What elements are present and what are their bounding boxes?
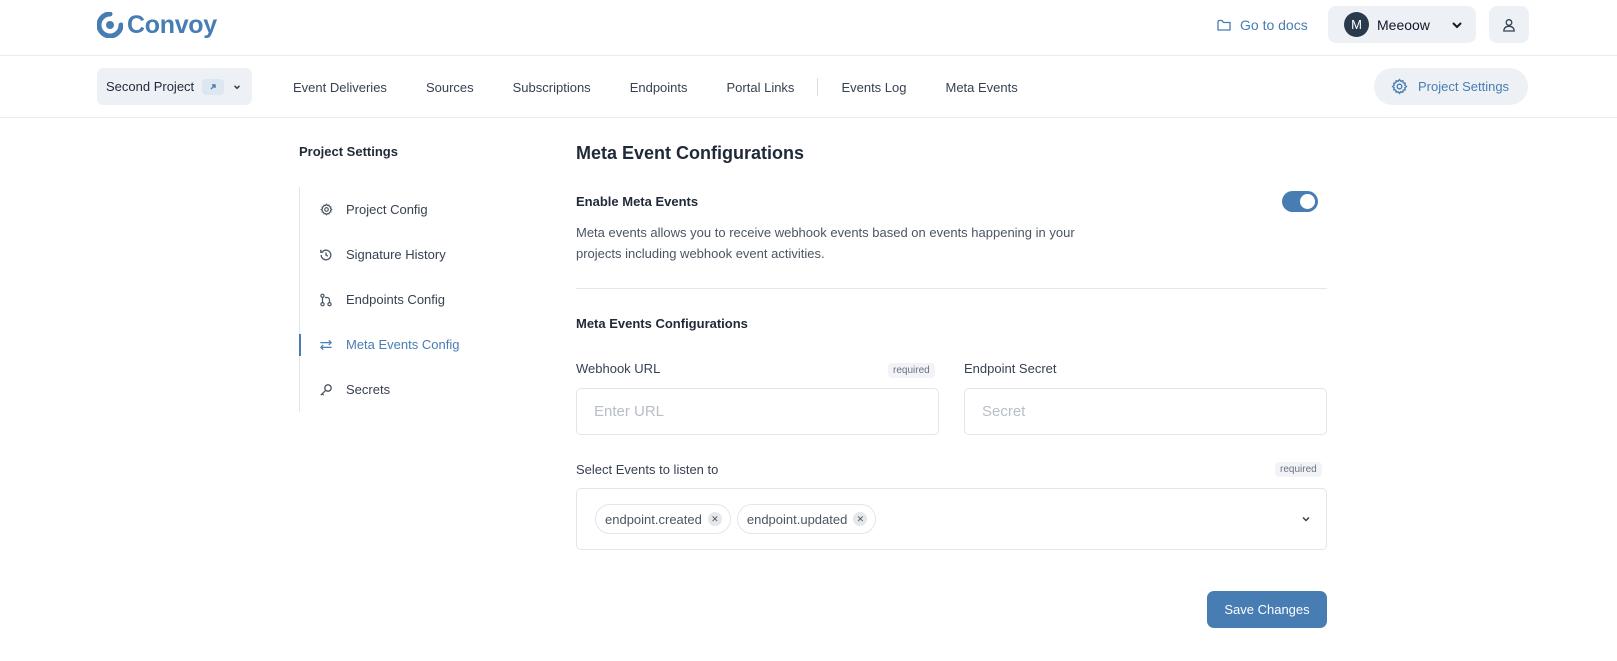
gear-icon bbox=[1391, 78, 1408, 95]
enable-meta-events-label: Enable Meta Events bbox=[576, 194, 699, 209]
meta-events-description: Meta events allows you to receive webhoo… bbox=[576, 225, 1075, 261]
sidebar-title: Project Settings bbox=[299, 144, 398, 159]
events-multiselect[interactable]: endpoint.created ✕ endpoint.updated ✕ bbox=[576, 488, 1327, 550]
required-badge: required bbox=[1275, 462, 1322, 477]
user-icon bbox=[1503, 18, 1515, 32]
external-link-icon[interactable] bbox=[202, 78, 225, 95]
save-changes-button[interactable]: Save Changes bbox=[1207, 591, 1327, 628]
sidebar-item-label: Meta Events Config bbox=[346, 337, 460, 352]
required-badge: required bbox=[888, 363, 935, 378]
convoy-logo[interactable]: Convoy bbox=[97, 11, 217, 39]
nav-meta-events[interactable]: Meta Events bbox=[945, 80, 1017, 95]
git-branch-icon bbox=[319, 293, 333, 307]
remove-chip-icon[interactable]: ✕ bbox=[853, 512, 868, 526]
sidebar-item-label: Endpoints Config bbox=[346, 292, 446, 307]
user-name: Meeoow bbox=[1377, 16, 1430, 33]
webhook-url-label: Webhook URL bbox=[576, 361, 661, 376]
event-chip: endpoint.created ✕ bbox=[595, 504, 731, 534]
chip-label: endpoint.updated bbox=[746, 511, 848, 527]
sidebar-item-endpoints-config[interactable]: Endpoints Config bbox=[300, 277, 499, 322]
enable-meta-events-toggle[interactable] bbox=[1282, 191, 1318, 212]
gear-icon bbox=[319, 203, 333, 217]
nav-subscriptions[interactable]: Subscriptions bbox=[513, 80, 591, 95]
nav-portal-links[interactable]: Portal Links bbox=[727, 80, 795, 95]
logo-text: Convoy bbox=[127, 10, 217, 39]
nav-endpoints[interactable]: Endpoints bbox=[630, 80, 688, 95]
key-icon bbox=[319, 383, 333, 397]
sidebar-item-label: Project Config bbox=[346, 202, 428, 217]
project-name: Second Project bbox=[106, 79, 195, 94]
sidebar-item-meta-events-config[interactable]: Meta Events Config bbox=[299, 322, 499, 367]
remove-chip-icon[interactable]: ✕ bbox=[707, 512, 722, 526]
profile-button[interactable] bbox=[1489, 6, 1529, 43]
settings-sidebar: Project Config Signature History Endpoin… bbox=[299, 187, 499, 412]
user-menu-dropdown[interactable]: M Meeoow bbox=[1328, 6, 1476, 43]
nav-sources[interactable]: Sources bbox=[426, 80, 474, 95]
event-chip: endpoint.updated ✕ bbox=[736, 504, 877, 534]
chevron-down-icon bbox=[232, 82, 242, 92]
page-title: Meta Event Configurations bbox=[576, 143, 805, 163]
nav-tabs: Event Deliveries Sources Subscriptions E… bbox=[293, 56, 1057, 118]
top-header: Convoy Go to docs M Meeoow bbox=[0, 0, 1617, 56]
project-switcher[interactable]: Second Project bbox=[97, 68, 252, 105]
chevron-down-icon[interactable] bbox=[1300, 513, 1312, 525]
nav-divider bbox=[817, 78, 819, 96]
sidebar-item-project-config[interactable]: Project Config bbox=[300, 187, 499, 232]
go-to-docs-link[interactable]: Go to docs bbox=[1216, 14, 1308, 36]
sidebar-item-signature-history[interactable]: Signature History bbox=[300, 232, 499, 277]
folder-icon bbox=[1217, 19, 1231, 31]
project-nav-bar: Second Project Event Deliveries Sources … bbox=[0, 56, 1617, 118]
docs-link-label: Go to docs bbox=[1240, 17, 1308, 33]
history-icon bbox=[319, 248, 333, 262]
sidebar-item-label: Signature History bbox=[346, 247, 446, 262]
webhook-url-input[interactable] bbox=[576, 388, 939, 435]
section-divider bbox=[576, 288, 1327, 289]
toggle-knob bbox=[1300, 194, 1315, 209]
sidebar-item-label: Secrets bbox=[346, 382, 391, 397]
nav-event-deliveries[interactable]: Event Deliveries bbox=[293, 80, 387, 95]
convoy-logo-icon bbox=[97, 12, 123, 38]
endpoint-secret-label: Endpoint Secret bbox=[964, 361, 1057, 376]
chevron-down-icon bbox=[1452, 21, 1462, 28]
project-settings-button[interactable]: Project Settings bbox=[1374, 68, 1528, 105]
arrows-swap-icon bbox=[319, 338, 333, 352]
project-settings-label: Project Settings bbox=[1418, 79, 1510, 94]
section-title: Meta Events Configurations bbox=[576, 316, 748, 331]
chip-label: endpoint.created bbox=[605, 511, 702, 527]
sidebar-item-secrets[interactable]: Secrets bbox=[300, 367, 499, 412]
select-events-label: Select Events to listen to bbox=[576, 462, 719, 477]
nav-events-log[interactable]: Events Log bbox=[841, 80, 906, 95]
endpoint-secret-input[interactable] bbox=[964, 388, 1327, 435]
avatar: M bbox=[1344, 12, 1369, 37]
